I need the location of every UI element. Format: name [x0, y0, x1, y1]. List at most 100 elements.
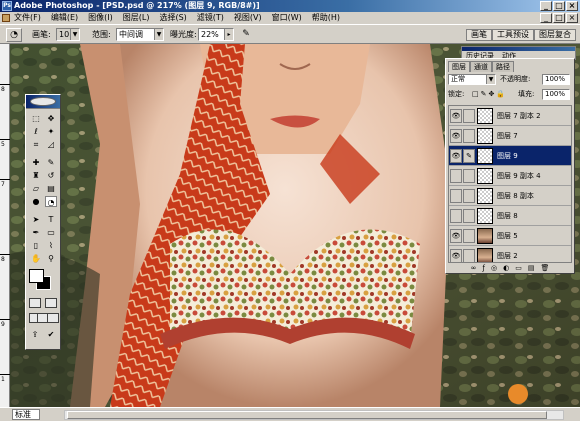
history-brush-tool-icon[interactable]: ↺: [45, 170, 57, 181]
close-button[interactable]: ×: [566, 1, 578, 11]
eraser-tool-icon[interactable]: ▱: [30, 183, 42, 194]
brush-tool-icon[interactable]: ✎: [45, 157, 57, 168]
doc-close-button[interactable]: ×: [566, 13, 578, 23]
maximize-button[interactable]: □: [553, 1, 565, 11]
visibility-eye-icon[interactable]: 👁: [450, 129, 462, 143]
visibility-eye-empty[interactable]: [450, 189, 462, 203]
exposure-input[interactable]: 22% ▸: [198, 28, 234, 41]
minimize-button[interactable]: _: [540, 1, 552, 11]
layer-name: 图层 2: [497, 252, 518, 260]
link-cell[interactable]: [463, 229, 475, 243]
layer-row[interactable]: 图层 8: [449, 206, 571, 226]
airbrush-icon[interactable]: ✎: [238, 28, 254, 42]
link-cell[interactable]: [463, 169, 475, 183]
trash-icon[interactable]: 🗑: [540, 264, 549, 274]
doc-restore-button[interactable]: □: [553, 13, 565, 23]
tab-channels[interactable]: 通道: [470, 61, 492, 72]
visibility-eye-icon[interactable]: 👁: [450, 249, 462, 262]
shape-tool-icon[interactable]: ▭: [45, 227, 57, 238]
jump-to-imageready-icon[interactable]: ⇪: [29, 329, 41, 340]
menu-filter[interactable]: 滤镜(T): [197, 12, 224, 24]
menu-file[interactable]: 文件(F): [14, 12, 41, 24]
path-selection-tool-icon[interactable]: ➤: [30, 214, 42, 225]
menu-view[interactable]: 视图(V): [234, 12, 262, 24]
layer-style-icon[interactable]: ƒ: [483, 264, 485, 274]
new-group-icon[interactable]: ▭: [515, 264, 522, 274]
link-cell[interactable]: [463, 209, 475, 223]
visibility-eye-icon[interactable]: 👁: [450, 229, 462, 243]
menu-image[interactable]: 图像(I): [88, 12, 113, 24]
tab-brushes[interactable]: 画笔: [466, 29, 492, 41]
scrollbar-thumb[interactable]: [67, 411, 547, 419]
menu-help[interactable]: 帮助(H): [312, 12, 340, 24]
link-layers-icon[interactable]: ∞: [471, 264, 477, 274]
zoom-field[interactable]: 标准: [12, 409, 40, 420]
full-screen-mode-icon[interactable]: [47, 313, 59, 323]
visibility-eye-icon[interactable]: 👁: [450, 149, 462, 163]
link-cell[interactable]: [463, 129, 475, 143]
link-cell[interactable]: [463, 249, 475, 262]
blur-tool-icon[interactable]: ●: [30, 196, 42, 207]
menu-edit[interactable]: 编辑(E): [51, 12, 78, 24]
tab-tool-presets[interactable]: 工具预设: [492, 29, 534, 41]
standard-mode-icon[interactable]: [29, 298, 41, 308]
visibility-eye-empty[interactable]: [450, 209, 462, 223]
zoom-tool-icon[interactable]: ⚲: [45, 253, 57, 264]
document-icon[interactable]: [2, 14, 10, 22]
crop-tool-icon[interactable]: ⌗: [30, 139, 42, 150]
slice-tool-icon[interactable]: ◿: [45, 139, 57, 150]
marquee-tool-icon[interactable]: ⬚: [30, 113, 42, 124]
gradient-tool-icon[interactable]: ▤: [45, 183, 57, 194]
layer-row[interactable]: 👁 图层 7: [449, 126, 571, 146]
visibility-eye-empty[interactable]: [450, 169, 462, 183]
layer-thumbnail: [477, 128, 493, 144]
eyedropper-tool-icon[interactable]: ⌇: [45, 240, 57, 251]
magic-wand-tool-icon[interactable]: ✦: [45, 126, 57, 137]
new-layer-icon[interactable]: ▤: [528, 264, 535, 274]
move-tool-icon[interactable]: ✥: [45, 113, 57, 124]
brush-picker[interactable]: 10 ▼: [56, 28, 80, 41]
lock-icons[interactable]: □✎✥🔒: [472, 88, 507, 100]
clone-stamp-tool-icon[interactable]: ♜: [30, 170, 42, 181]
photoshop-app-icon[interactable]: Ps: [2, 1, 12, 11]
range-select[interactable]: 中间调 ▼: [116, 28, 164, 41]
hand-tool-icon[interactable]: ✋: [30, 253, 42, 264]
menu-select[interactable]: 选择(S): [159, 12, 186, 24]
opacity-label: 不透明度:: [500, 75, 531, 83]
blend-mode-select[interactable]: 正常 ▼: [448, 74, 496, 85]
link-cell[interactable]: [463, 189, 475, 203]
horizontal-scrollbar[interactable]: [64, 410, 564, 420]
link-cell[interactable]: [463, 109, 475, 123]
menu-window[interactable]: 窗口(W): [272, 12, 302, 24]
pen-tool-icon[interactable]: ✒: [30, 227, 42, 238]
tab-layers[interactable]: 图层: [448, 61, 470, 72]
layer-row[interactable]: 图层 9 副本 4: [449, 166, 571, 186]
dodge-tool-icon[interactable]: ◔: [45, 196, 57, 207]
quick-mask-mode-icon[interactable]: [45, 298, 57, 308]
adjustment-layer-icon[interactable]: ◐: [503, 264, 509, 274]
notes-tool-icon[interactable]: ▯: [30, 240, 42, 251]
toolbox-header[interactable]: [26, 95, 60, 109]
tab-paths[interactable]: 路径: [492, 61, 514, 72]
brush-edit-icon[interactable]: ✎: [463, 149, 475, 163]
layer-thumbnail: [477, 148, 493, 164]
opacity-input[interactable]: 100%: [542, 74, 570, 85]
layer-row[interactable]: 图层 8 副本: [449, 186, 571, 206]
layer-row[interactable]: 👁 图层 2: [449, 246, 571, 262]
foreground-color-swatch[interactable]: [29, 269, 44, 283]
layer-mask-icon[interactable]: ◎: [491, 264, 497, 274]
visibility-eye-icon[interactable]: 👁: [450, 109, 462, 123]
healing-brush-tool-icon[interactable]: ✚: [30, 157, 42, 168]
layer-row-selected[interactable]: 👁 ✎ 图层 9: [449, 146, 571, 166]
tab-layer-comps[interactable]: 图层复合: [534, 29, 576, 41]
type-tool-icon[interactable]: T: [45, 214, 57, 225]
fill-input[interactable]: 100%: [542, 89, 570, 100]
menu-layer[interactable]: 图层(L): [123, 12, 150, 24]
layer-row[interactable]: 👁 图层 5: [449, 226, 571, 246]
dodge-tool-preset-icon[interactable]: ◔: [6, 28, 22, 42]
lasso-tool-icon[interactable]: ℓ: [30, 126, 42, 137]
checkmark-icon[interactable]: ✔: [45, 329, 57, 340]
doc-minimize-button[interactable]: _: [540, 13, 552, 23]
vertical-ruler[interactable]: 8 5 7 8 9 1: [0, 44, 10, 407]
layer-row[interactable]: 👁 图层 7 副本 2: [449, 106, 571, 126]
